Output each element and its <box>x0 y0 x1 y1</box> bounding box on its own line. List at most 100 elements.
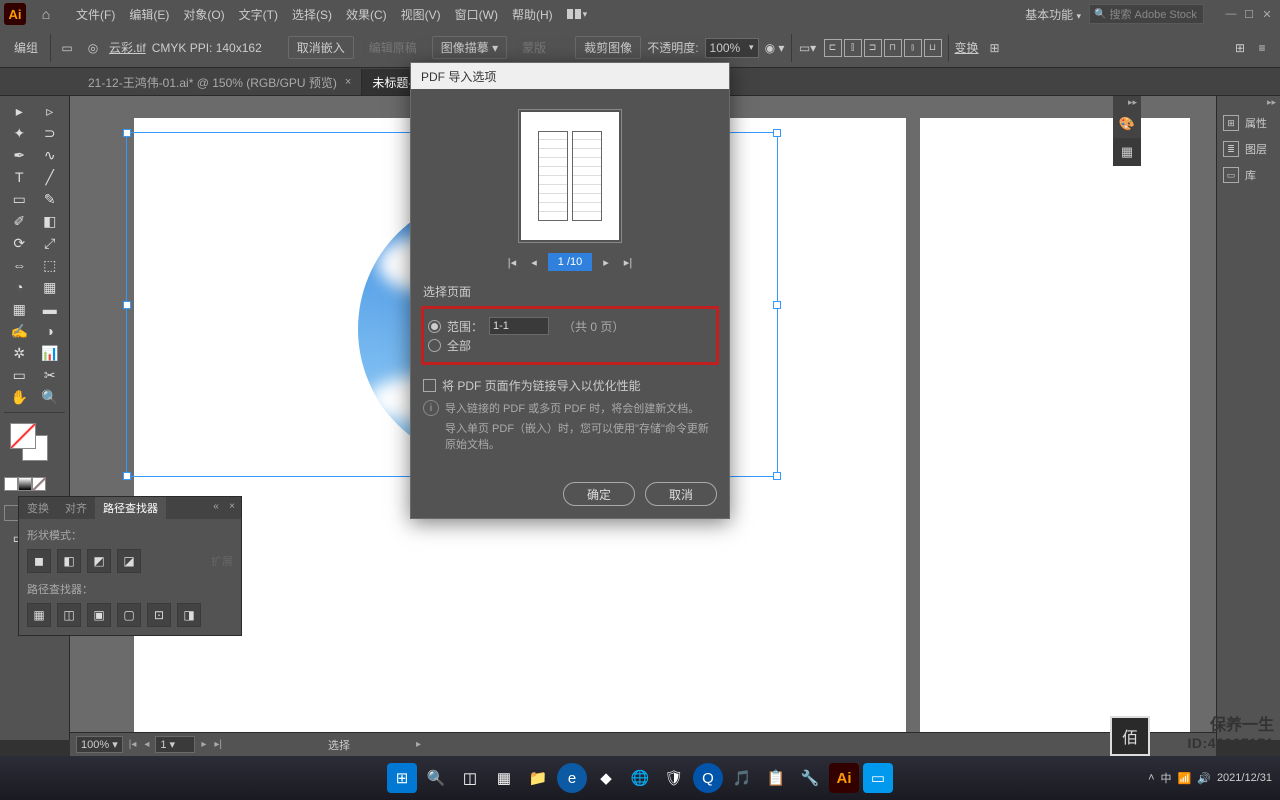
start-icon[interactable]: ⊞ <box>387 763 417 793</box>
settings-icon[interactable]: ≡ <box>1252 38 1272 58</box>
curvature-tool-icon[interactable]: ∿ <box>35 144 66 166</box>
volume-icon[interactable]: 🔊 <box>1197 772 1211 785</box>
symbol-sprayer-tool-icon[interactable]: ✲ <box>4 342 35 364</box>
gradient-tool-icon[interactable]: ▬ <box>35 298 66 320</box>
link-pdf-checkbox[interactable] <box>423 379 436 392</box>
trim-icon[interactable]: ◫ <box>57 603 81 627</box>
link-target-icon[interactable]: ◎ <box>83 38 103 58</box>
first-artboard-icon[interactable]: |◂ <box>127 739 139 750</box>
prev-page-icon[interactable]: ◂ <box>526 254 542 270</box>
transform-label[interactable]: 变换 <box>955 39 979 56</box>
scale-tool-icon[interactable]: ⤢ <box>35 232 66 254</box>
exclude-icon[interactable]: ◪ <box>117 549 141 573</box>
eraser-tool-icon[interactable]: ◧ <box>35 210 66 232</box>
direct-selection-tool-icon[interactable]: ▹ <box>35 100 66 122</box>
artboard-tool-icon[interactable]: ▭ <box>4 364 35 386</box>
app-icon[interactable]: 🔧 <box>795 763 825 793</box>
align-buttons[interactable]: ⊏⫿⊐ ⊓⫾⊔ <box>824 39 942 57</box>
maximize-icon[interactable]: ☐ <box>1240 5 1258 23</box>
first-page-icon[interactable]: |◂ <box>504 254 520 270</box>
shape-builder-tool-icon[interactable]: ◔ <box>4 276 35 298</box>
workspace-switcher[interactable]: 基本功能 ▾ <box>1025 6 1081 23</box>
illustrator-task-icon[interactable]: Ai <box>829 763 859 793</box>
tray-chevron-icon[interactable]: ˄ <box>1148 772 1154 784</box>
free-transform-tool-icon[interactable]: ⬚ <box>35 254 66 276</box>
minimize-icon[interactable]: — <box>1222 5 1240 23</box>
mesh-tool-icon[interactable]: ▦ <box>4 298 35 320</box>
next-page-icon[interactable]: ▸ <box>598 254 614 270</box>
last-page-icon[interactable]: ▸| <box>620 254 636 270</box>
unite-icon[interactable]: ◼ <box>27 549 51 573</box>
zoom-field[interactable]: 100% ▾ <box>76 736 123 753</box>
app-icon[interactable]: 📋 <box>761 763 791 793</box>
next-artboard-icon[interactable]: ▸ <box>199 739 208 750</box>
range-input[interactable] <box>489 317 549 335</box>
app-icon[interactable]: ◆ <box>591 763 621 793</box>
layers-panel-button[interactable]: ≣图层 <box>1217 136 1280 162</box>
tab-close-icon[interactable]: × <box>345 76 351 88</box>
width-tool-icon[interactable]: ⇔ <box>4 254 35 276</box>
menu-object[interactable]: 对象(O) <box>183 6 224 23</box>
arrange-docs-icon[interactable]: ▾ <box>567 9 588 20</box>
pathfinder-panel[interactable]: 变换 对齐 路径查找器 «× 形状模式： ◼ ◧ ◩ ◪ 扩展 路径查找器： ▦… <box>18 496 242 636</box>
widgets-icon[interactable]: ▦ <box>489 763 519 793</box>
style-icon[interactable]: ◉ ▾ <box>765 38 785 58</box>
search-task-icon[interactable]: 🔍 <box>421 763 451 793</box>
embed-icon[interactable]: ▭ <box>57 38 77 58</box>
menu-window[interactable]: 窗口(W) <box>455 6 498 23</box>
home-icon[interactable]: ⌂ <box>32 0 60 28</box>
align-menu-icon[interactable]: ▭▾ <box>798 38 818 58</box>
systray[interactable]: ˄ 中 📶 🔊 2021/12/31 <box>1148 770 1272 786</box>
prev-artboard-icon[interactable]: ◂ <box>142 739 151 750</box>
ok-button[interactable]: 确定 <box>563 482 635 506</box>
libraries-panel-button[interactable]: ▭库 <box>1217 162 1280 188</box>
last-artboard-icon[interactable]: ▸| <box>212 739 224 750</box>
app-icon[interactable]: Q <box>693 763 723 793</box>
pen-tool-icon[interactable]: ✒ <box>4 144 35 166</box>
unembed-button[interactable]: 取消嵌入 <box>288 36 354 59</box>
menu-help[interactable]: 帮助(H) <box>512 6 553 23</box>
blend-tool-icon[interactable]: ◑ <box>35 320 66 342</box>
line-tool-icon[interactable]: ╱ <box>35 166 66 188</box>
opacity-input[interactable]: 100%▾ <box>705 38 759 58</box>
transform-anchor-icon[interactable]: ⊞ <box>985 38 1005 58</box>
align-tab[interactable]: 对齐 <box>57 497 95 519</box>
selection-tool-icon[interactable]: ▸ <box>4 100 35 122</box>
paintbrush-tool-icon[interactable]: ✎ <box>35 188 66 210</box>
magic-wand-tool-icon[interactable]: ✦ <box>4 122 35 144</box>
edge-icon[interactable]: e <box>557 763 587 793</box>
explorer-icon[interactable]: 📁 <box>523 763 553 793</box>
rectangle-tool-icon[interactable]: ▭ <box>4 188 35 210</box>
crop-pf-icon[interactable]: ▢ <box>117 603 141 627</box>
rotate-tool-icon[interactable]: ⟳ <box>4 232 35 254</box>
pathfinder-tab[interactable]: 路径查找器 <box>95 497 166 519</box>
properties-panel-button[interactable]: ⊞属性 <box>1217 110 1280 136</box>
eyedropper-tool-icon[interactable]: ✍ <box>4 320 35 342</box>
menu-edit[interactable]: 编辑(E) <box>129 6 169 23</box>
page-number-input[interactable] <box>548 253 592 271</box>
color-panel-icon[interactable]: 🎨 <box>1113 110 1141 138</box>
slice-tool-icon[interactable]: ✂ <box>35 364 66 386</box>
minus-front-icon[interactable]: ◧ <box>57 549 81 573</box>
chrome-icon[interactable]: 🌐 <box>625 763 655 793</box>
app-icon[interactable]: Ai <box>4 3 26 25</box>
minus-back-icon[interactable]: ◨ <box>177 603 201 627</box>
cancel-button[interactable]: 取消 <box>645 482 717 506</box>
shaper-tool-icon[interactable]: ✐ <box>4 210 35 232</box>
menu-type[interactable]: 文字(T) <box>239 6 278 23</box>
transform-tab[interactable]: 变换 <box>19 497 57 519</box>
app-icon[interactable]: ▭ <box>863 763 893 793</box>
menu-select[interactable]: 选择(S) <box>292 6 332 23</box>
close-icon[interactable]: ✕ <box>1258 5 1276 23</box>
divide-icon[interactable]: ▦ <box>27 603 51 627</box>
search-stock-input[interactable]: 搜索 Adobe Stock <box>1089 4 1204 24</box>
menu-view[interactable]: 视图(V) <box>401 6 441 23</box>
app-icon[interactable]: 🎵 <box>727 763 757 793</box>
menu-effect[interactable]: 效果(C) <box>346 6 387 23</box>
document-tab[interactable]: 21-12-王鸿伟-01.ai* @ 150% (RGB/GPU 预览)× <box>78 69 362 95</box>
perspective-tool-icon[interactable]: ▦ <box>35 276 66 298</box>
fill-stroke-swatches[interactable] <box>4 423 65 469</box>
panel-close-icon[interactable]: × <box>225 499 239 513</box>
hand-tool-icon[interactable]: ✋ <box>4 386 35 408</box>
clock[interactable]: 2021/12/31 <box>1217 772 1272 784</box>
